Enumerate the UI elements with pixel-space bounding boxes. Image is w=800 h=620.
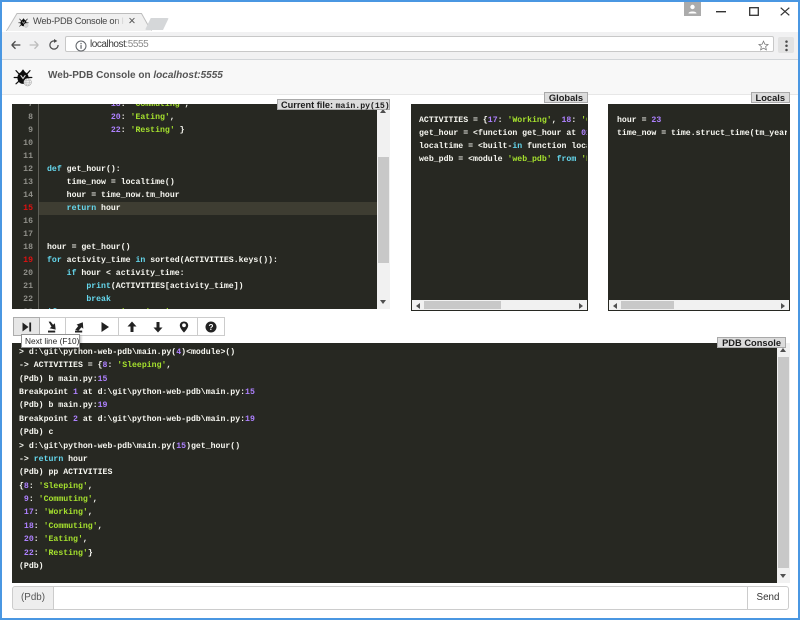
svg-text:?: ?	[208, 322, 213, 331]
